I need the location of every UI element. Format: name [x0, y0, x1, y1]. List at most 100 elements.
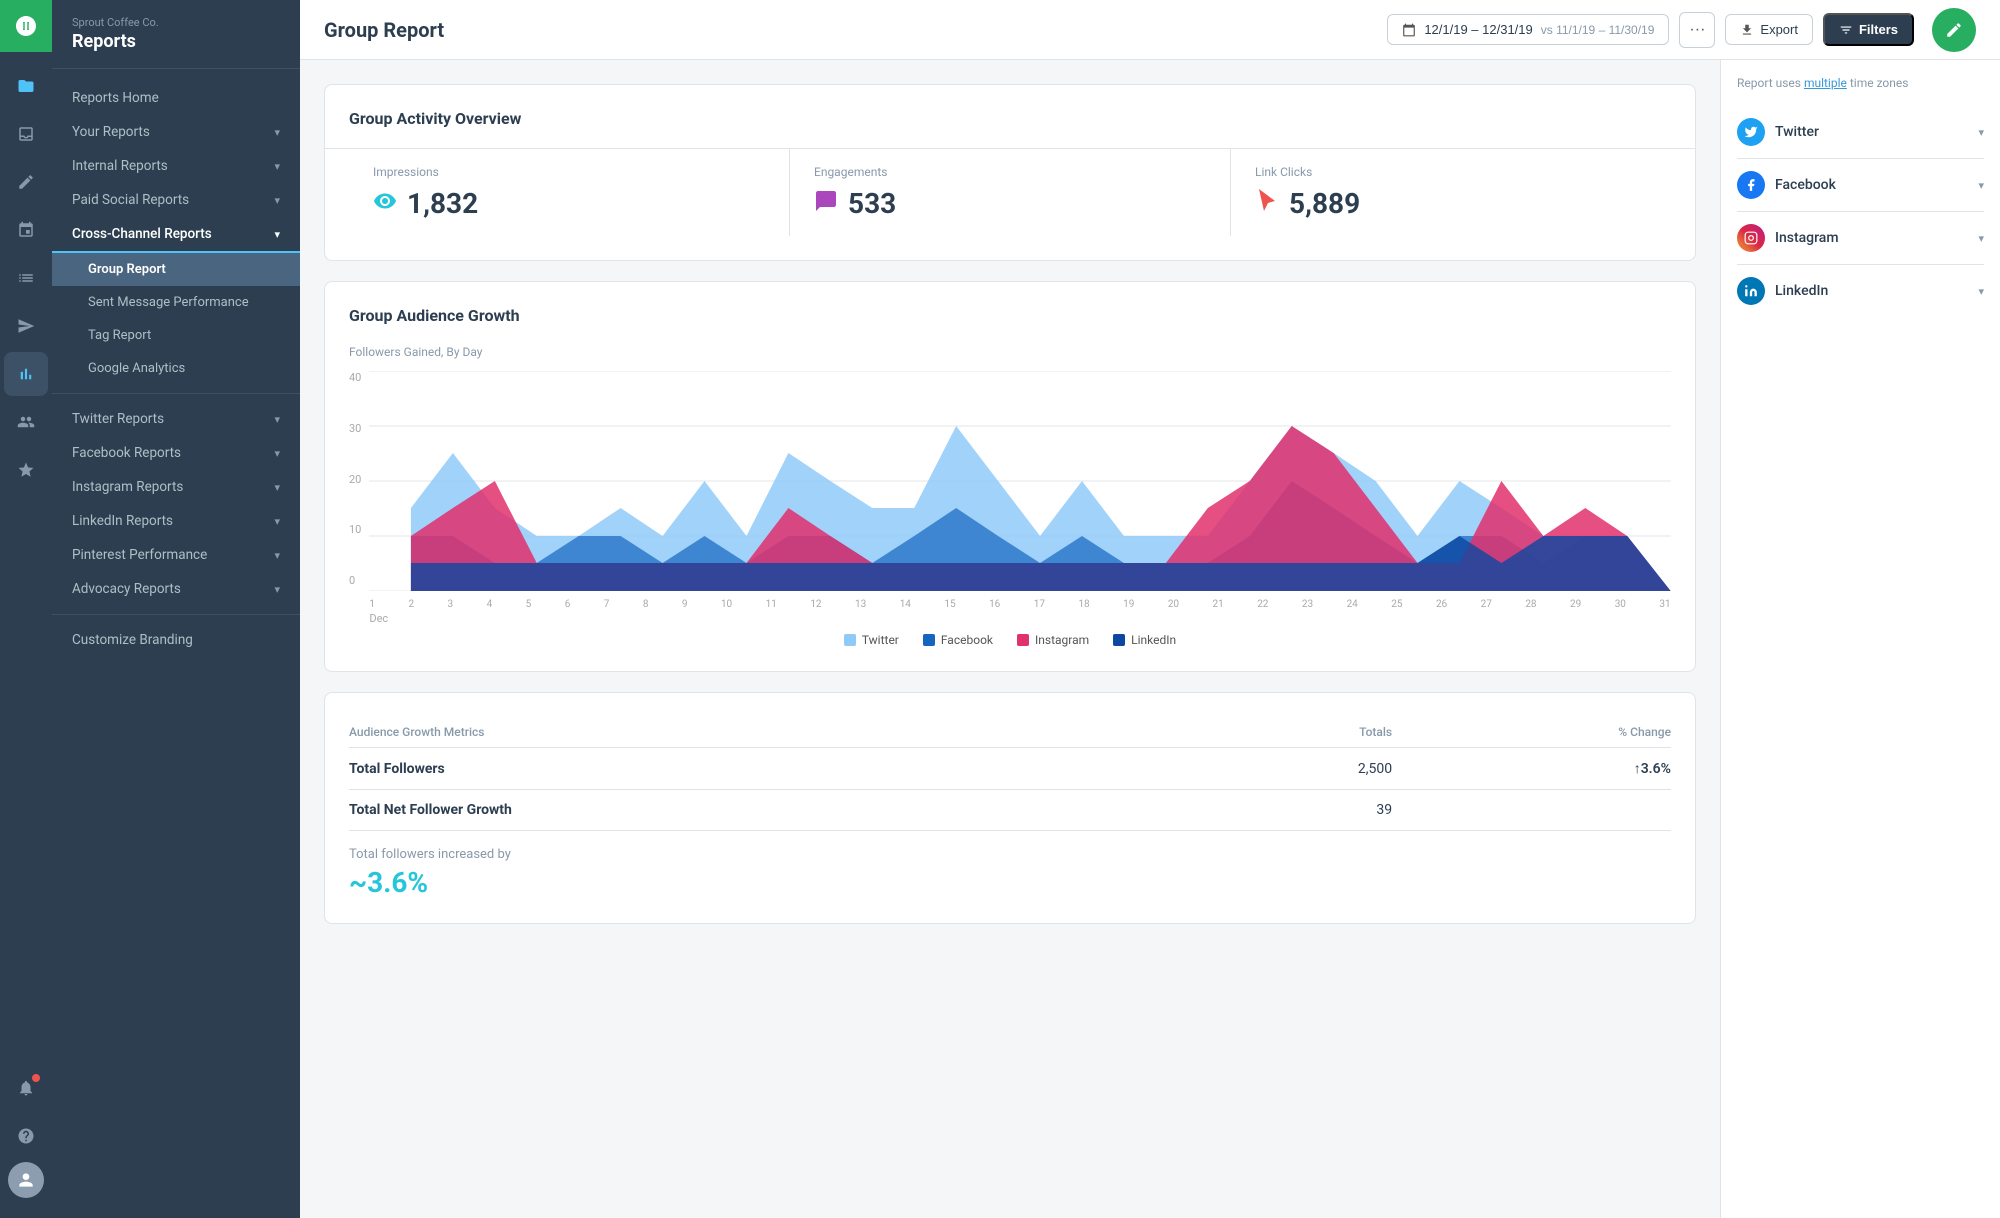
platform-linkedin-left: LinkedIn	[1737, 277, 1828, 305]
row1-change: ↑3.6%	[1392, 748, 1671, 790]
facebook-platform-icon	[1737, 171, 1765, 199]
legend-label-linkedin: LinkedIn	[1131, 633, 1176, 647]
platform-twitter-left: Twitter	[1737, 118, 1819, 146]
y-label-40: 40	[349, 371, 361, 384]
chart-y-axis: 40 30 20 10 0	[349, 371, 369, 591]
bell-icon[interactable]	[4, 1066, 48, 1110]
right-panel: Report uses multiple time zones Twitter …	[1720, 60, 2000, 1218]
filters-button[interactable]: Filters	[1823, 13, 1914, 46]
legend-linkedin: LinkedIn	[1113, 633, 1176, 647]
platform-facebook-left: Facebook	[1737, 171, 1836, 199]
legend-instagram: Instagram	[1017, 633, 1089, 647]
sidebar: Sprout Coffee Co. Reports Reports Home Y…	[52, 0, 300, 1218]
platform-instagram[interactable]: Instagram ▾	[1737, 212, 1984, 265]
chevron-instagram: ▾	[274, 481, 280, 494]
nav-tag-report[interactable]: Tag Report	[52, 319, 300, 352]
col-metric-header: Audience Growth Metrics	[349, 717, 1211, 748]
table-row: Total Net Follower Growth 39	[349, 790, 1671, 831]
link-clicks-icon	[1255, 189, 1279, 219]
nav-group-report[interactable]: Group Report	[52, 253, 300, 286]
col-change-header: % Change	[1392, 717, 1671, 748]
sidebar-header: Sprout Coffee Co. Reports	[52, 0, 300, 69]
legend-label-instagram: Instagram	[1035, 633, 1089, 647]
table-header-row: Audience Growth Metrics Totals % Change	[349, 717, 1671, 748]
legend-dot-instagram	[1017, 634, 1029, 646]
content-area: Group Activity Overview Impressions 1,83…	[300, 60, 2000, 1218]
platform-linkedin[interactable]: LinkedIn ▾	[1737, 265, 1984, 317]
nav-sent-message[interactable]: Sent Message Performance	[52, 286, 300, 319]
nav-divider-1	[52, 393, 300, 394]
inbox-icon[interactable]	[4, 112, 48, 156]
legend-dot-twitter	[844, 634, 856, 646]
folder-icon[interactable]	[4, 64, 48, 108]
linkedin-platform-label: LinkedIn	[1775, 283, 1828, 299]
metrics-row: Impressions 1,832 Engagements	[325, 148, 1695, 236]
nav-cross-channel[interactable]: Cross-Channel Reports ▾	[52, 217, 300, 253]
instagram-platform-label: Instagram	[1775, 230, 1839, 246]
linkedin-chevron: ▾	[1978, 285, 1984, 298]
compose-icon[interactable]	[4, 160, 48, 204]
chart-x-axis: 1234567891011121314151617181920212223242…	[369, 599, 1671, 610]
create-fab[interactable]	[1932, 8, 1976, 52]
platform-instagram-left: Instagram	[1737, 224, 1839, 252]
table-note: Total followers increased by	[349, 847, 1671, 862]
metrics-table-card: Audience Growth Metrics Totals % Change …	[324, 692, 1696, 924]
audience-metrics-table: Audience Growth Metrics Totals % Change …	[349, 717, 1671, 831]
legend-label-twitter: Twitter	[862, 633, 899, 647]
platform-facebook[interactable]: Facebook ▾	[1737, 159, 1984, 212]
main-area: Group Report 12/1/19 – 12/31/19 vs 11/1/…	[300, 0, 2000, 1218]
send-icon[interactable]	[4, 304, 48, 348]
impressions-icon	[373, 189, 397, 219]
timezone-notice: Report uses multiple time zones	[1737, 76, 1984, 90]
nav-reports-home[interactable]: Reports Home	[52, 81, 300, 115]
more-options-button[interactable]: ···	[1679, 12, 1715, 48]
nav-paid-social[interactable]: Paid Social Reports ▾	[52, 183, 300, 217]
instagram-chevron: ▾	[1978, 232, 1984, 245]
nav-linkedin-reports[interactable]: LinkedIn Reports ▾	[52, 504, 300, 538]
main-content: Group Activity Overview Impressions 1,83…	[300, 60, 1720, 1218]
platform-twitter[interactable]: Twitter ▾	[1737, 106, 1984, 159]
row2-total: 39	[1211, 790, 1392, 831]
date-range-button[interactable]: 12/1/19 – 12/31/19 vs 11/1/19 – 11/30/19	[1387, 14, 1669, 45]
page-title: Group Report	[324, 18, 444, 42]
multiple-timezones-link[interactable]: multiple	[1804, 76, 1847, 90]
metric-impressions: Impressions 1,832	[349, 149, 790, 236]
chevron-internal-reports: ▾	[274, 160, 280, 173]
chevron-pinterest: ▾	[274, 549, 280, 562]
nav-facebook-reports[interactable]: Facebook Reports ▾	[52, 436, 300, 470]
chart-area: 1234567891011121314151617181920212223242…	[369, 371, 1671, 625]
chart-icon[interactable]	[4, 352, 48, 396]
nav-instagram-reports[interactable]: Instagram Reports ▾	[52, 470, 300, 504]
instagram-platform-icon	[1737, 224, 1765, 252]
metric-engagements-label: Engagements	[814, 165, 1206, 179]
sidebar-title: Reports	[72, 31, 280, 52]
y-label-0: 0	[349, 574, 361, 587]
app-logo[interactable]	[0, 0, 52, 52]
nav-pinterest[interactable]: Pinterest Performance ▾	[52, 538, 300, 572]
facebook-platform-label: Facebook	[1775, 177, 1836, 193]
nav-advocacy[interactable]: Advocacy Reports ▾	[52, 572, 300, 606]
star-icon[interactable]	[4, 448, 48, 492]
list-icon[interactable]	[4, 256, 48, 300]
nav-your-reports[interactable]: Your Reports ▾	[52, 115, 300, 149]
help-icon[interactable]	[4, 1114, 48, 1158]
linkedin-platform-icon	[1737, 277, 1765, 305]
icon-bar-items	[4, 52, 48, 1066]
nav-internal-reports[interactable]: Internal Reports ▾	[52, 149, 300, 183]
engagements-icon	[814, 189, 838, 219]
chevron-paid-social: ▾	[274, 194, 280, 207]
legend-dot-facebook	[923, 634, 935, 646]
chart-label: Followers Gained, By Day	[349, 345, 1671, 359]
legend-label-facebook: Facebook	[941, 633, 993, 647]
chevron-advocacy: ▾	[274, 583, 280, 596]
avatar[interactable]	[8, 1162, 44, 1198]
people-icon[interactable]	[4, 400, 48, 444]
nav-twitter-reports[interactable]: Twitter Reports ▾	[52, 402, 300, 436]
chevron-your-reports: ▾	[274, 126, 280, 139]
export-button[interactable]: Export	[1725, 14, 1813, 45]
x-axis-month: Dec	[369, 612, 1671, 625]
export-label: Export	[1760, 22, 1798, 37]
pin-icon[interactable]	[4, 208, 48, 252]
nav-customize-branding[interactable]: Customize Branding	[52, 623, 300, 657]
nav-google-analytics[interactable]: Google Analytics	[52, 352, 300, 385]
